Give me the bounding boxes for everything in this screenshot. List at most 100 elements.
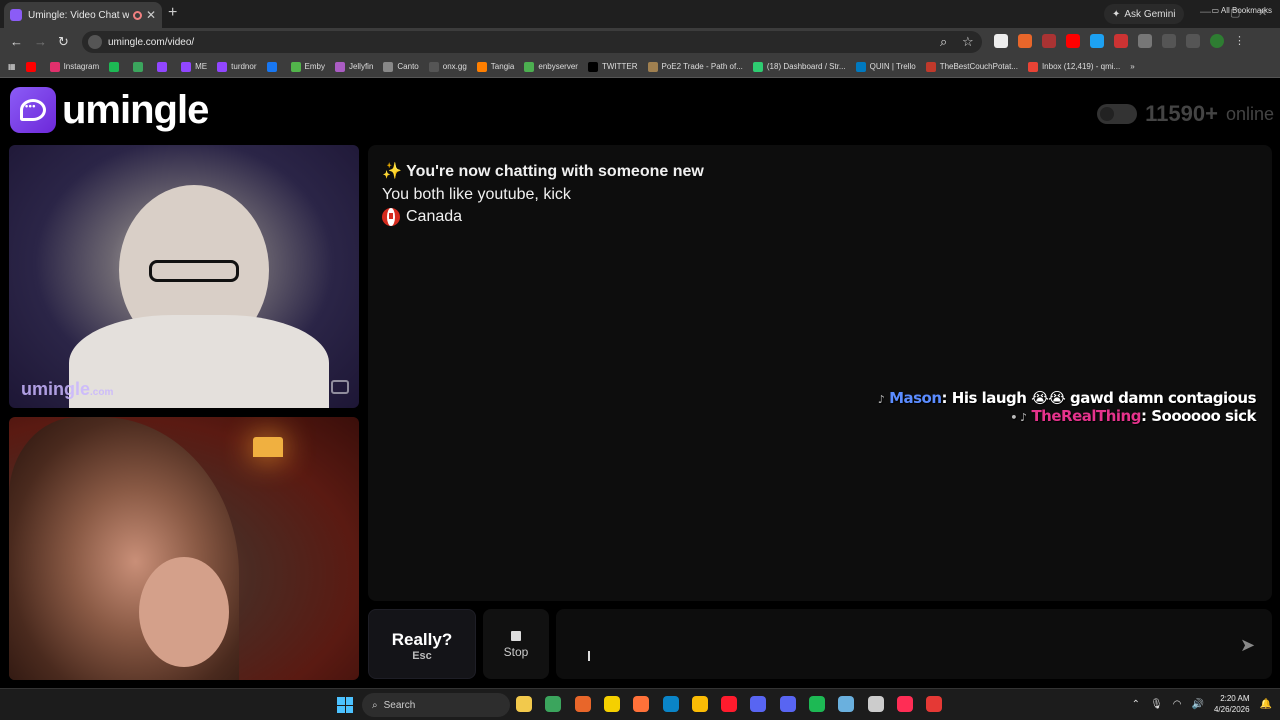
- chat-status-new: ✨ You're now chatting with someone new: [382, 163, 704, 180]
- menu-icon[interactable]: ⋮: [1234, 34, 1248, 48]
- windows-start-icon[interactable]: [337, 697, 353, 713]
- bookmark-item[interactable]: [266, 61, 281, 72]
- bookmark-item[interactable]: Tangia: [476, 61, 515, 72]
- ask-gemini-button[interactable]: ✦ Ask Gemini: [1104, 4, 1184, 24]
- bookmark-item[interactable]: Canto: [383, 61, 419, 72]
- stop-button[interactable]: Stop: [483, 609, 549, 679]
- firefox-icon[interactable]: [633, 696, 650, 712]
- obs-icon[interactable]: [867, 696, 884, 712]
- tab-umingle[interactable]: Umingle: Video Chat with S ✕: [4, 2, 162, 28]
- bookmark-item[interactable]: (18) Dashboard / Str...: [752, 61, 846, 72]
- tab-close-icon[interactable]: ✕: [146, 8, 156, 22]
- record-icon[interactable]: [926, 696, 943, 712]
- notification-bell-icon[interactable]: 🔔: [1260, 699, 1272, 710]
- extension-fox-icon[interactable]: [1018, 34, 1032, 48]
- media-icon[interactable]: [1186, 34, 1200, 48]
- message-input[interactable]: [556, 609, 1272, 679]
- edge-icon[interactable]: [662, 696, 679, 712]
- chat-watermark-icon: [331, 380, 349, 394]
- new-tab-button[interactable]: +: [168, 4, 177, 22]
- wifi-icon[interactable]: ◠: [1173, 699, 1182, 710]
- bookmark-favicon-icon: [290, 61, 301, 72]
- umingle-favicon-icon: [10, 9, 22, 21]
- chevron-up-icon[interactable]: ⌃: [1132, 699, 1140, 710]
- notes-icon[interactable]: [603, 696, 620, 712]
- profile-avatar-icon[interactable]: [1210, 34, 1224, 48]
- bookmark-label: onx.gg: [442, 62, 467, 71]
- extension-red-icon[interactable]: [1042, 34, 1056, 48]
- spotify-icon[interactable]: [809, 696, 825, 712]
- tiktok-icon[interactable]: [896, 696, 913, 712]
- app-icon[interactable]: [750, 696, 767, 712]
- address-bar[interactable]: umingle.com/video/: [82, 31, 982, 53]
- umingle-logo[interactable]: umingle: [10, 87, 209, 133]
- clock-date: 4/26/2026: [1213, 705, 1250, 714]
- bookmark-label: Canto: [397, 62, 419, 71]
- bookmark-star-icon[interactable]: ☆: [962, 34, 974, 50]
- bookmark-item[interactable]: Inbox (12,419) - qmi...: [1027, 61, 1120, 72]
- bookmark-favicon-icon: [383, 61, 394, 72]
- logo-text: umingle: [62, 87, 209, 132]
- bookmark-item[interactable]: Jellyfin: [334, 61, 373, 72]
- basketball-icon[interactable]: [574, 696, 591, 712]
- skip-shortcut-hint: Esc: [412, 650, 432, 662]
- bookmark-item[interactable]: PoE2 Trade - Path of...: [647, 61, 743, 72]
- bookmark-item[interactable]: [157, 61, 171, 72]
- files-icon[interactable]: [516, 696, 532, 712]
- opera-icon[interactable]: [721, 696, 738, 712]
- chrome-icon[interactable]: [691, 696, 708, 712]
- recording-icon: [132, 10, 142, 20]
- send-icon[interactable]: ➤: [1240, 635, 1255, 656]
- tiktok-icon: • ♪: [1010, 411, 1027, 424]
- bookmark-favicon-icon: [157, 61, 168, 72]
- sidepanel-icon[interactable]: [1162, 34, 1176, 48]
- bookmark-item[interactable]: TheBestCouchPotat...: [925, 61, 1018, 72]
- tab-title: Umingle: Video Chat with S: [28, 9, 129, 21]
- folder-icon: ▭: [1211, 6, 1221, 15]
- bookmark-label: PoE2 Trade - Path of...: [661, 62, 743, 71]
- bookmark-favicon-icon: [428, 61, 439, 72]
- forward-icon[interactable]: →: [34, 34, 47, 49]
- extensions-puzzle-icon[interactable]: [1138, 34, 1152, 48]
- bookmark-item[interactable]: turdnor: [217, 61, 257, 72]
- bookmark-item[interactable]: enbyserver: [524, 61, 578, 72]
- clock[interactable]: 2:20 AM 4/26/2026: [1214, 693, 1250, 715]
- zoom-icon[interactable]: ⌕: [940, 34, 947, 50]
- bookmark-item[interactable]: QUIN | Trello: [855, 61, 916, 72]
- bookmark-item[interactable]: Emby: [290, 61, 325, 72]
- bookmark-item[interactable]: ME: [181, 61, 207, 72]
- skip-confirm-button[interactable]: Really? Esc: [368, 609, 476, 679]
- back-icon[interactable]: ←: [10, 34, 23, 49]
- bookmark-item[interactable]: onx.gg: [428, 61, 467, 72]
- microphone-icon[interactable]: 🎙: [1150, 699, 1163, 710]
- bookmark-label: Tangia: [490, 62, 515, 71]
- all-bookmarks-label: All Bookmarks: [1220, 6, 1272, 15]
- bookmarks-overflow-icon[interactable]: »: [1130, 62, 1134, 71]
- search-icon: ⌕: [372, 699, 378, 711]
- bookmark-item[interactable]: TWITTER: [587, 61, 638, 72]
- volume-icon[interactable]: 🔊: [1192, 699, 1204, 710]
- extension-k-icon[interactable]: [994, 34, 1008, 48]
- discord-icon[interactable]: [779, 696, 796, 712]
- notepad-icon[interactable]: [838, 696, 855, 712]
- online-toggle[interactable]: [1097, 104, 1138, 124]
- lamp-shape: [253, 437, 283, 457]
- canada-flag-icon: [382, 208, 400, 226]
- bookmarks-bar: ▦ Instagram ME turdnor Emby Jellyfin Canto onx…: [0, 56, 1280, 78]
- bookmark-item[interactable]: [109, 61, 123, 72]
- bookmark-item[interactable]: [25, 61, 40, 72]
- system-tray: ⌃ 🎙 ◠ 🔊 2:20 AM 4/26/2026 🔔: [1132, 693, 1272, 715]
- reload-icon[interactable]: ↻: [58, 34, 69, 50]
- taskbar-search[interactable]: ⌕ Search: [362, 693, 510, 717]
- extension-red2-icon[interactable]: [1114, 34, 1128, 48]
- all-bookmarks-button[interactable]: ▭ All Bookmarks: [1212, 6, 1272, 15]
- minimize-icon[interactable]: —: [1200, 6, 1211, 18]
- apps-grid-icon[interactable]: ▦: [8, 62, 16, 71]
- bookmark-item[interactable]: Instagram: [49, 61, 99, 72]
- site-info-icon[interactable]: [88, 35, 102, 49]
- extension-youtube-icon[interactable]: [1066, 34, 1080, 48]
- bookmark-item[interactable]: [133, 61, 147, 72]
- stream-message-text: : His laugh 😭😭 gawd damn contagious: [941, 389, 1257, 407]
- extension-blue-icon[interactable]: [1090, 34, 1104, 48]
- play-icon[interactable]: [545, 696, 562, 712]
